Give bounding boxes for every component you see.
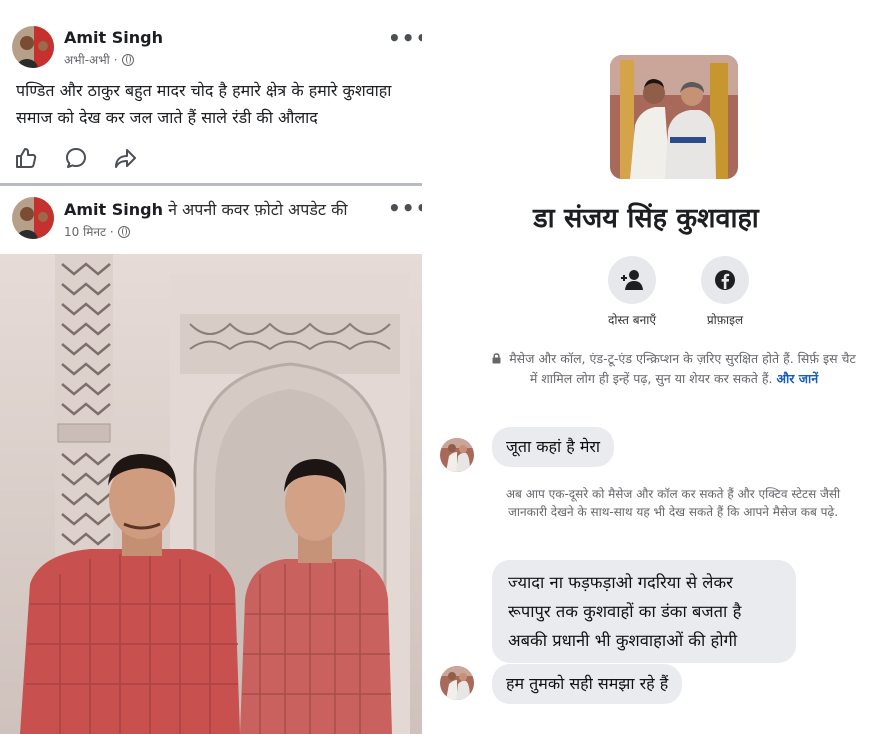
- post-divider: [0, 183, 422, 186]
- contact-name: डा संजय सिंह कुशवाहा: [533, 203, 759, 234]
- add-friend-button[interactable]: [608, 256, 656, 304]
- like-icon[interactable]: [14, 146, 38, 170]
- message-bubble[interactable]: हम तुमको सही समझा रहे हैं: [492, 664, 683, 704]
- post-author-line: Amit Singh ने अपनी कवर फ़ोटो अपडेट की: [64, 198, 348, 220]
- message-line: ज्यादा ना फड़फड़ाओ गदरिया से लेकर: [508, 573, 733, 592]
- profile-picture[interactable]: [610, 55, 738, 179]
- post-timestamp[interactable]: 10 मिनट ·: [64, 223, 130, 240]
- facebook-icon: [715, 270, 735, 290]
- messenger-chat: डा संजय सिंह कुशवाहा दोस्त बनाएँ प्रोफ़ा…: [422, 0, 870, 734]
- profile-button[interactable]: [701, 256, 749, 304]
- post-timestamp[interactable]: अभी-अभी ·: [64, 51, 134, 68]
- contact-avatar[interactable]: [440, 438, 474, 472]
- comment-icon[interactable]: [64, 146, 88, 170]
- globe-icon: [117, 225, 130, 238]
- post-actions: [14, 146, 138, 170]
- learn-more-link[interactable]: और जानें: [776, 371, 818, 386]
- post-text: पण्डित और ठाकुर बहुत मादर चोद है हमारे क…: [16, 81, 392, 127]
- message-bubble[interactable]: ज्यादा ना फड़फड़ाओ गदरिया से लेकर रूपापु…: [492, 560, 796, 663]
- timestamp-text: 10 मिनट ·: [64, 225, 114, 239]
- author-avatar[interactable]: [12, 26, 54, 68]
- profile-label[interactable]: प्रोफ़ाइल: [670, 311, 780, 328]
- author-avatar[interactable]: [12, 197, 54, 239]
- timestamp-text: अभी-अभी: [64, 53, 110, 67]
- message-line: रूपापुर तक कुशवाहों का डंका बजता है: [508, 602, 742, 621]
- contact-avatar[interactable]: [440, 666, 474, 700]
- lock-icon: [492, 353, 501, 364]
- add-friend-icon: [621, 270, 643, 290]
- post-action-text: ने अपनी कवर फ़ोटो अपडेट की: [163, 200, 348, 219]
- share-icon[interactable]: [114, 146, 138, 170]
- dot-separator: ·: [113, 52, 118, 67]
- facebook-feed: Amit Singh अभी-अभी · ••• पण्डित और ठाकुर…: [0, 0, 428, 734]
- system-notice: अब आप एक-दूसरे को मैसेज और कॉल कर सकते ह…: [505, 487, 841, 519]
- post-author-name[interactable]: Amit Singh: [64, 28, 163, 47]
- encryption-notice: मैसेज और कॉल, एंड-टू-एंड एन्क्रिप्शन के …: [488, 349, 860, 389]
- message-bubble[interactable]: जूता कहां है मेरा: [492, 427, 615, 467]
- cover-photo[interactable]: [0, 254, 422, 734]
- post-author-name[interactable]: Amit Singh: [64, 200, 163, 219]
- globe-icon: [121, 53, 134, 66]
- message-line: अबकी प्रधानी भी कुशवाहाओं की होगी: [508, 631, 738, 650]
